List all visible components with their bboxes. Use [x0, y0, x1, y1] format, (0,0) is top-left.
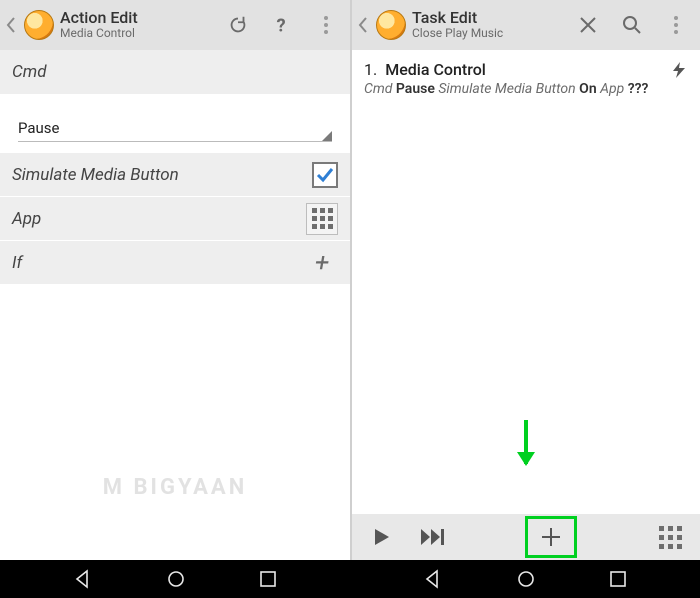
- cmd-spinner[interactable]: Pause: [18, 114, 332, 142]
- back-button[interactable]: [4, 0, 18, 50]
- nav-home-icon[interactable]: [516, 569, 536, 589]
- if-row[interactable]: If +: [0, 240, 350, 284]
- header-title: Action Edit: [60, 9, 218, 27]
- add-action-button[interactable]: [528, 519, 574, 555]
- task-title: Media Control: [385, 60, 670, 79]
- nav-back-icon[interactable]: [73, 569, 93, 589]
- annotation-arrow: [524, 420, 528, 464]
- cmd-spinner-value: Pause: [18, 119, 60, 137]
- app-label: App: [12, 209, 41, 229]
- watermark: M BIGYAAN: [103, 475, 248, 500]
- action-edit-topbar: Action Edit Media Control ?: [0, 0, 350, 50]
- back-button[interactable]: [356, 0, 370, 50]
- overflow-menu-icon[interactable]: [656, 5, 696, 45]
- help-icon[interactable]: ?: [262, 5, 302, 45]
- task-edit-pane: Task Edit Close Play Music 1. Media Cont…: [350, 0, 700, 560]
- task-action-item[interactable]: 1. Media Control Cmd Pause Simulate Medi…: [352, 50, 700, 107]
- nav-recent-icon[interactable]: [609, 570, 627, 588]
- header-subtitle: Close Play Music: [412, 27, 568, 41]
- svg-text:?: ?: [277, 15, 286, 36]
- nav-home-icon[interactable]: [166, 569, 186, 589]
- tasker-logo: [376, 10, 406, 40]
- simulate-row[interactable]: Simulate Media Button: [0, 152, 350, 196]
- nav-recent-icon[interactable]: [259, 570, 277, 588]
- action-edit-pane: Action Edit Media Control ? Cmd Pause: [0, 0, 350, 560]
- task-summary: Cmd Pause Simulate Media Button On App ?…: [364, 81, 688, 97]
- refresh-icon[interactable]: [218, 5, 258, 45]
- header-title: Task Edit: [412, 9, 568, 27]
- app-picker-icon[interactable]: [306, 203, 338, 235]
- if-add-icon[interactable]: +: [306, 248, 338, 278]
- tasker-logo: [24, 10, 54, 40]
- if-label: If: [12, 253, 22, 273]
- task-edit-topbar: Task Edit Close Play Music: [352, 0, 700, 50]
- android-navigation-bars: [0, 560, 700, 598]
- task-properties-icon[interactable]: [650, 517, 690, 557]
- search-icon[interactable]: [612, 5, 652, 45]
- step-forward-icon[interactable]: [412, 517, 452, 557]
- play-icon[interactable]: [362, 517, 402, 557]
- cmd-section-label: Cmd: [0, 50, 350, 94]
- overflow-menu-icon[interactable]: [306, 5, 346, 45]
- lightning-icon: [670, 61, 688, 79]
- close-icon[interactable]: [568, 5, 608, 45]
- simulate-checkbox[interactable]: [312, 162, 338, 188]
- task-number: 1.: [364, 60, 377, 79]
- app-row[interactable]: App: [0, 196, 350, 240]
- simulate-label: Simulate Media Button: [12, 165, 179, 185]
- header-subtitle: Media Control: [60, 27, 218, 41]
- task-bottom-toolbar: [352, 514, 700, 560]
- nav-back-icon[interactable]: [423, 569, 443, 589]
